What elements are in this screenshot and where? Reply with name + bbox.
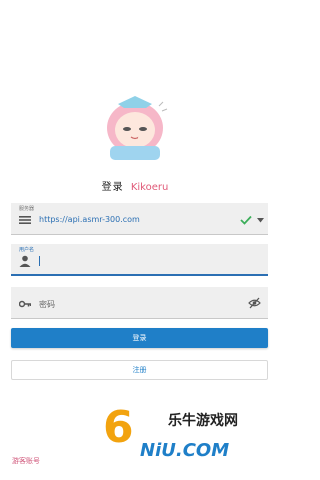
watermark-number: 6 [103, 402, 134, 453]
text-caret [39, 256, 40, 266]
register-button[interactable]: 注册 [11, 360, 268, 380]
server-field[interactable]: 服务器 https://api.asmr-300.com [11, 203, 268, 235]
list-icon [19, 216, 31, 224]
server-field-label: 服务器 [19, 206, 35, 212]
app-title: 登录 Kikoeru [0, 178, 270, 193]
eye-off-icon[interactable] [248, 297, 261, 309]
watermark-domain: NiU.COM [140, 440, 230, 461]
person-icon [19, 255, 31, 267]
dropdown-arrow-icon[interactable] [257, 218, 264, 223]
login-title: 登录 [101, 182, 124, 193]
password-placeholder: 密码 [39, 300, 55, 309]
login-button[interactable]: 登录 [11, 328, 268, 348]
brand-name: Kikoeru [130, 182, 169, 193]
mascot-avatar [107, 96, 168, 160]
server-url-value: https://api.asmr-300.com [39, 215, 140, 224]
username-field-label: 用户名 [19, 247, 35, 253]
username-field[interactable]: 用户名 [11, 244, 268, 276]
password-field[interactable]: 密码 [11, 287, 268, 319]
check-icon [240, 215, 252, 225]
guest-account-link[interactable]: 游客账号 [12, 456, 40, 466]
key-icon [19, 300, 31, 308]
watermark-site-name: 乐牛游戏网 [168, 413, 238, 429]
